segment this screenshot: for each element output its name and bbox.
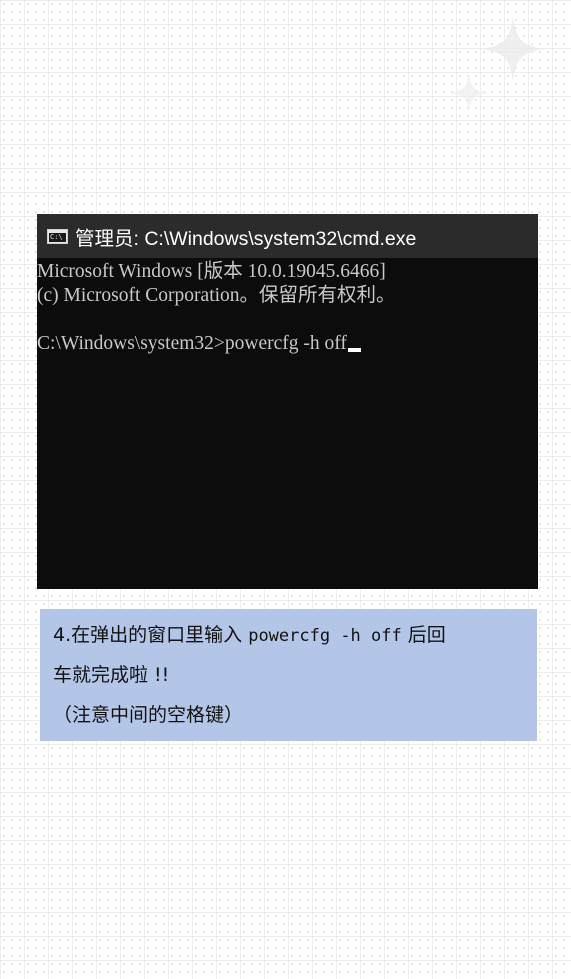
instruction-command: powercfg -h off: [248, 626, 402, 646]
cmd-prompt-text: C:\Windows\system32>powercfg -h off: [37, 333, 347, 354]
sparkle-icon: [449, 73, 489, 113]
cmd-line-copyright: (c) Microsoft Corporation。保留所有权利。: [37, 285, 396, 306]
cmd-line-blank: [37, 308, 538, 332]
cmd-prompt-line[interactable]: C:\Windows\system32>powercfg -h off: [37, 332, 538, 356]
instruction-note: （注意中间的空格键）: [53, 704, 244, 726]
instruction-line-1: 4.在弹出的窗口里输入 powercfg -h off 后回: [53, 621, 525, 661]
cmd-icon: C:\: [47, 228, 68, 244]
cmd-window-title: 管理员: C:\Windows\system32\cmd.exe: [75, 227, 417, 250]
cmd-icon-label: C:\: [50, 232, 63, 241]
instruction-text: 在弹出的窗口里输入: [71, 624, 243, 646]
instruction-box: 4.在弹出的窗口里输入 powercfg -h off 后回 车就完成啦 !! …: [40, 609, 537, 741]
instruction-text-continued: 后回: [407, 624, 446, 646]
instruction-line-2: 车就完成啦 !!: [53, 664, 170, 686]
cmd-line-version: Microsoft Windows [版本 10.0.19045.6466]: [37, 261, 386, 282]
cmd-titlebar[interactable]: C:\ 管理员: C:\Windows\system32\cmd.exe: [37, 214, 538, 258]
text-cursor: [347, 348, 361, 352]
sparkle-icon: [480, 16, 546, 82]
step-number: 4.: [53, 624, 72, 646]
cmd-output[interactable]: Microsoft Windows [版本 10.0.19045.6466] (…: [37, 260, 538, 356]
cmd-window[interactable]: C:\ 管理员: C:\Windows\system32\cmd.exe Mic…: [37, 214, 538, 589]
